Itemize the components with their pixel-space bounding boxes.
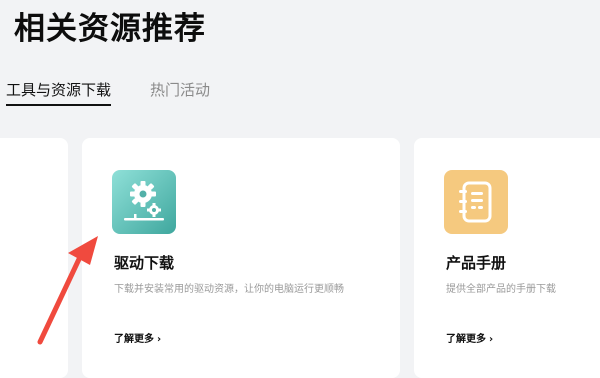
- resource-card-driver-download[interactable]: 驱动下载 下载并安装常用的驱动资源，让你的电脑运行更顺畅 了解更多 ›: [82, 138, 400, 378]
- learn-more-link[interactable]: 了解更多 ›: [114, 332, 161, 348]
- card-description: 下载并安装常用的驱动资源，让你的电脑运行更顺畅: [114, 284, 344, 295]
- page-title: 相关资源推荐: [14, 11, 206, 47]
- learn-more-label: 了解更多: [446, 334, 486, 345]
- card-title: 驱动下载: [114, 254, 175, 272]
- learn-more-label: 了解更多: [114, 334, 154, 345]
- tab-tools-downloads[interactable]: 工具与资源下载: [6, 78, 112, 106]
- card-title: 产品手册: [446, 254, 507, 272]
- resource-card-partial[interactable]: [0, 138, 68, 378]
- notebook-icon: [444, 170, 508, 234]
- resource-card-product-manual[interactable]: 产品手册 提供全部产品的手册下载 了解更多 ›: [414, 138, 600, 378]
- tab-hot-events[interactable]: 热门活动: [150, 78, 210, 102]
- card-description: 提供全部产品的手册下载: [446, 284, 556, 295]
- learn-more-link[interactable]: 了解更多 ›: [446, 332, 493, 348]
- chevron-right-icon: ›: [489, 334, 494, 345]
- chevron-right-icon: ›: [157, 334, 162, 345]
- gears-icon: [112, 170, 176, 234]
